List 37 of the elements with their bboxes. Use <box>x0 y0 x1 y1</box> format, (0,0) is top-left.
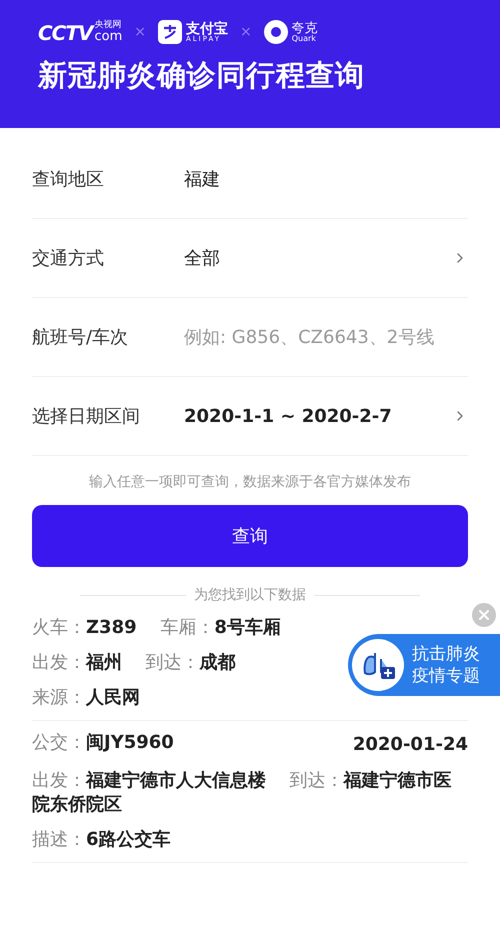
quark-icon <box>264 20 288 44</box>
logo-name: 夸克 <box>292 22 318 34</box>
cctv-logo-text: CCTV <box>38 23 92 43</box>
search-button[interactable]: 查询 <box>32 505 468 567</box>
epidemic-topic-badge[interactable]: 抗击肺炎 疫情专题 <box>348 634 500 696</box>
field-value: 2020-1-1 ~ 2020-2-7 <box>184 404 393 428</box>
badge-text: 抗击肺炎 <box>412 643 480 665</box>
field-label: 航班号/车次 <box>32 326 130 350</box>
result-date: 2020-01-24 <box>352 733 468 757</box>
hint-text: 输入任意一项即可查询，数据来源于各官方媒体发布 <box>88 473 412 492</box>
close-button[interactable] <box>472 603 496 627</box>
separator: × <box>134 22 146 42</box>
field-value: 福建 <box>184 168 221 192</box>
logo-name: 支付宝 <box>186 22 228 36</box>
result-line: 描述：6路公交车 <box>32 828 172 852</box>
lungs-icon <box>352 639 404 691</box>
page-title: 新冠肺炎确诊同行程查询 <box>38 57 365 94</box>
alipay-icon <box>158 20 182 44</box>
logo-suffix: com <box>94 30 122 43</box>
field-label: 交通方式 <box>32 246 105 270</box>
separator: × <box>240 22 252 42</box>
logo-subtitle: 央视网 <box>94 21 122 30</box>
result-line: 火车：Z389 车厢：8号车厢 <box>32 616 281 640</box>
field-value: 全部 <box>184 246 221 270</box>
logo-subtitle: Quark <box>292 34 317 42</box>
field-label: 选择日期区间 <box>32 404 141 428</box>
result-line: 来源：人民网 <box>32 686 140 710</box>
result-line: 公交：闽JY5960 <box>32 731 175 755</box>
results-heading: 为您找到以下数据 <box>194 586 306 605</box>
field-label: 查询地区 <box>32 168 105 192</box>
result-line: 出发：福州 到达：成都 <box>32 651 236 675</box>
flight-number-field[interactable]: 例如: G856、CZ6643、2号线 <box>184 324 468 350</box>
select-row[interactable]: 交通方式 全部 <box>32 219 468 298</box>
select-row[interactable]: 选择日期区间 2020-1-1 ~ 2020-2-7 <box>32 377 468 456</box>
close-icon <box>476 607 492 623</box>
badge-text: 疫情专题 <box>412 665 480 687</box>
result-line: 出发：福建宁德市人大信息楼 到达：福建宁德市医院东侨院区 <box>32 769 453 817</box>
